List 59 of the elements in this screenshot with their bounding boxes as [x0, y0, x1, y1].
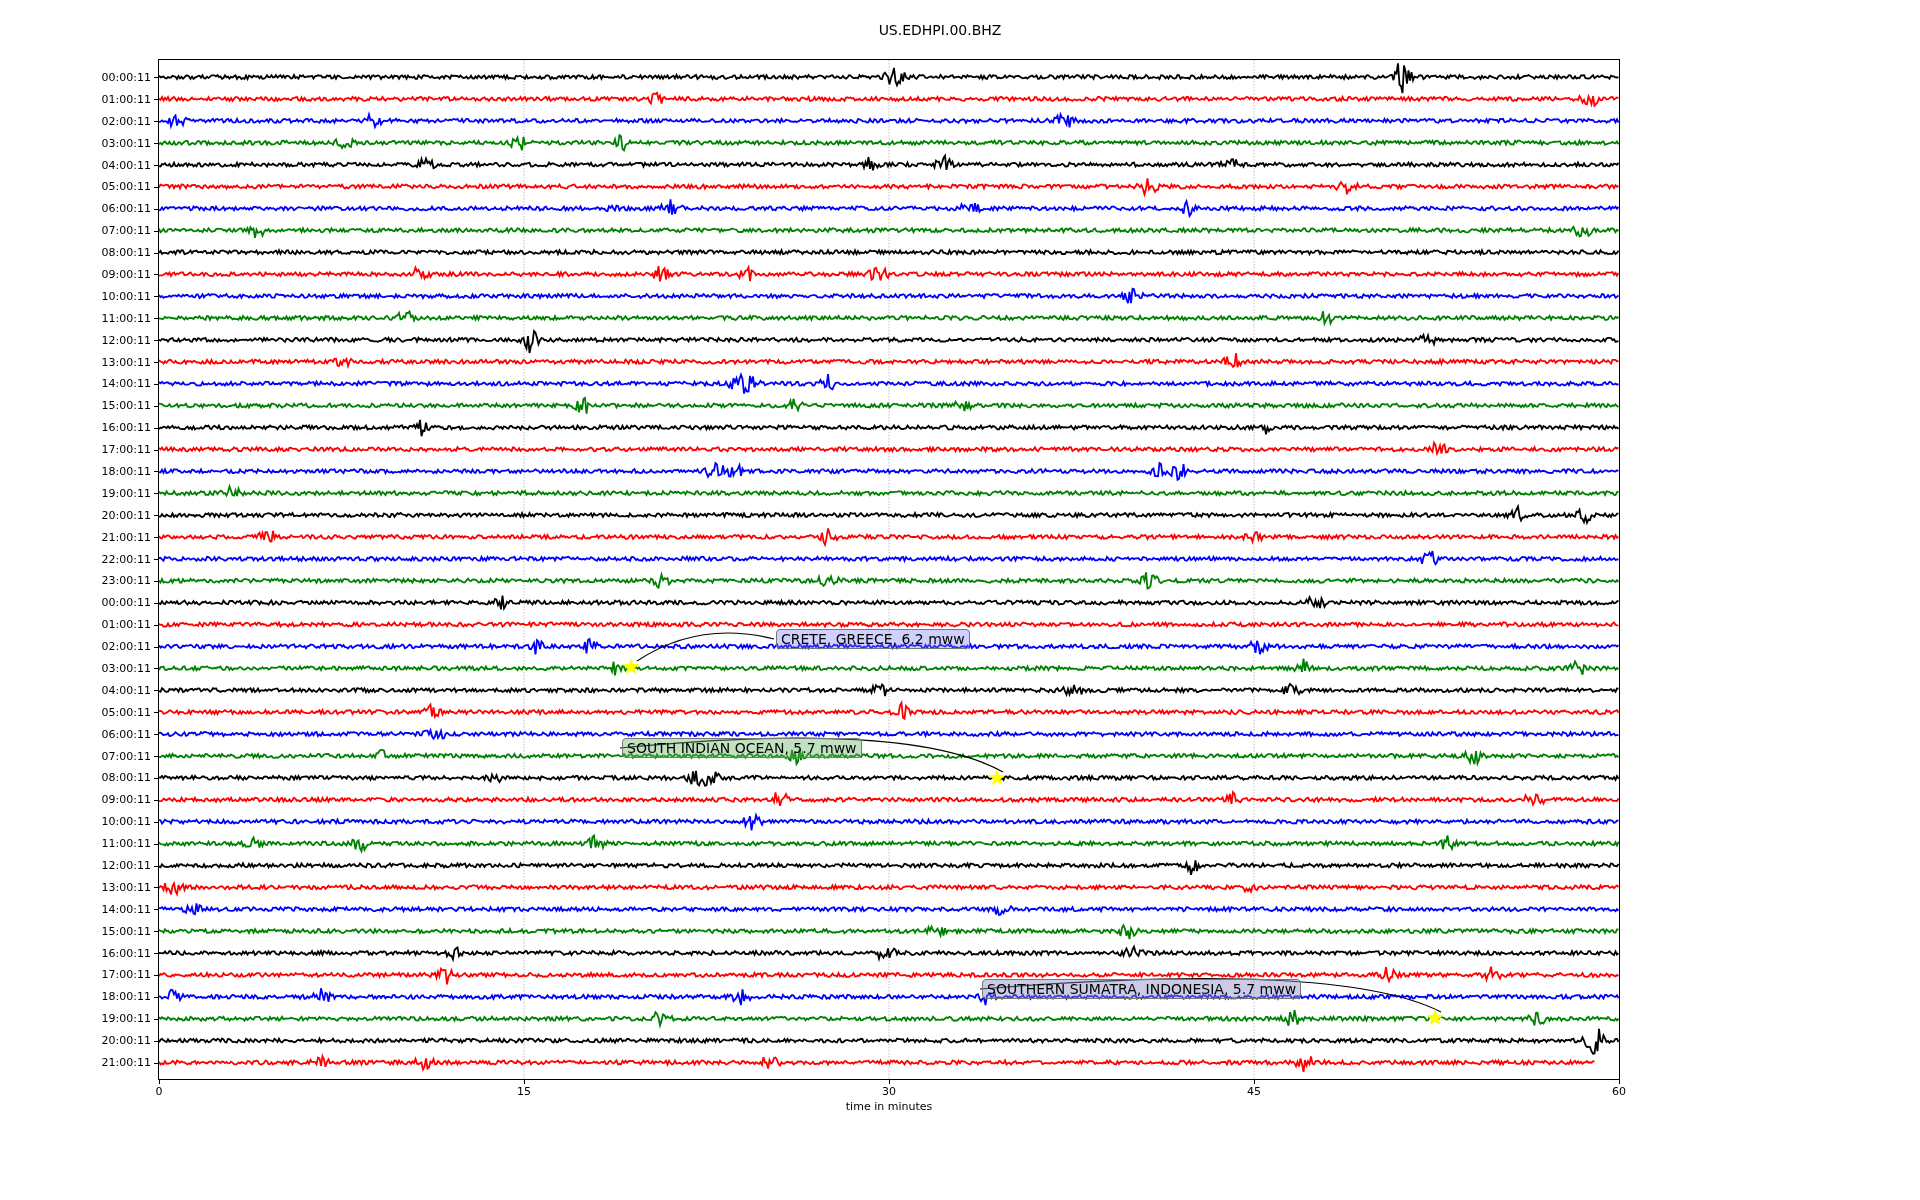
y-tick-label: 09:00:11 [101, 794, 151, 807]
event-annotation: CRETE, GREECE, 6.2 mww [776, 629, 970, 649]
y-tick-label: 23:00:11 [101, 575, 151, 588]
y-tick-label: 19:00:11 [101, 487, 151, 500]
y-tick-label: 17:00:11 [101, 969, 151, 982]
y-tick-label: 18:00:11 [101, 991, 151, 1004]
y-tick-label: 12:00:11 [101, 860, 151, 872]
y-tick-label: 16:00:11 [101, 947, 151, 960]
y-tick-label: 08:00:11 [101, 772, 151, 785]
y-tick-label: 00:00:11 [101, 71, 151, 84]
y-tick-label: 04:00:11 [101, 159, 151, 172]
y-tick-label: 04:00:11 [101, 684, 151, 697]
y-tick-label: 14:00:11 [101, 903, 151, 916]
y-tick-label: 15:00:11 [101, 400, 151, 413]
x-tick-label: 30 [882, 1086, 896, 1098]
y-tick-label: 20:00:11 [101, 509, 151, 522]
y-tick-label: 09:00:11 [101, 268, 151, 281]
y-tick-label: 07:00:11 [101, 750, 151, 763]
y-tick-label: 01:00:11 [101, 93, 151, 106]
y-tick-label: 08:00:11 [101, 247, 151, 260]
x-tick-label: 45 [1247, 1086, 1261, 1098]
y-tick-label: 02:00:11 [101, 115, 151, 128]
y-tick-label: 03:00:11 [101, 663, 151, 675]
y-tick-label: 18:00:11 [101, 465, 151, 478]
y-tick-label: 19:00:11 [101, 1013, 151, 1026]
plot-title: US.EDHPI.00.BHZ [878, 22, 1002, 38]
y-tick-label: 22:00:11 [101, 553, 151, 566]
y-tick-label: 14:00:11 [101, 378, 151, 391]
y-tick-label: 15:00:11 [101, 925, 151, 938]
y-tick-label: 06:00:11 [101, 203, 151, 216]
y-tick-label: 11:00:11 [101, 838, 151, 851]
x-tick-label: 0 [155, 1086, 163, 1098]
y-tick-label: 01:00:11 [101, 619, 151, 632]
y-tick-label: 21:00:11 [101, 531, 151, 544]
x-tick-label: 60 [1612, 1086, 1626, 1098]
y-tick-label: 10:00:11 [101, 816, 151, 829]
event-annotation: SOUTH INDIAN OCEAN, 5.7 mww [622, 738, 862, 758]
y-tick-label: 07:00:11 [101, 225, 151, 238]
event-annotation: SOUTHERN SUMATRA, INDONESIA, 5.7 mww [982, 979, 1302, 999]
y-tick-label: 13:00:11 [101, 881, 151, 894]
y-tick-label: 13:00:11 [101, 356, 151, 369]
x-tick-label: 15 [517, 1086, 531, 1098]
y-tick-label: 17:00:11 [101, 444, 151, 457]
y-tick-label: 06:00:11 [101, 728, 151, 741]
y-tick-label: 20:00:11 [101, 1035, 151, 1048]
y-tick-label: 10:00:11 [101, 290, 151, 303]
star-icon [988, 769, 1006, 786]
y-tick-label: 16:00:11 [101, 422, 151, 435]
x-axis-label: time in minutes [845, 1101, 933, 1113]
y-tick-label: 05:00:11 [101, 706, 151, 719]
y-tick-label: 03:00:11 [101, 137, 151, 150]
y-tick-label: 00:00:11 [101, 597, 151, 610]
y-tick-label: 21:00:11 [101, 1057, 151, 1069]
star-icon [622, 658, 640, 675]
y-tick-label: 05:00:11 [101, 181, 151, 194]
y-tick-label: 02:00:11 [101, 641, 151, 654]
y-tick-label: 11:00:11 [101, 312, 151, 325]
star-icon [1426, 1009, 1444, 1026]
y-tick-label: 12:00:11 [101, 334, 151, 347]
